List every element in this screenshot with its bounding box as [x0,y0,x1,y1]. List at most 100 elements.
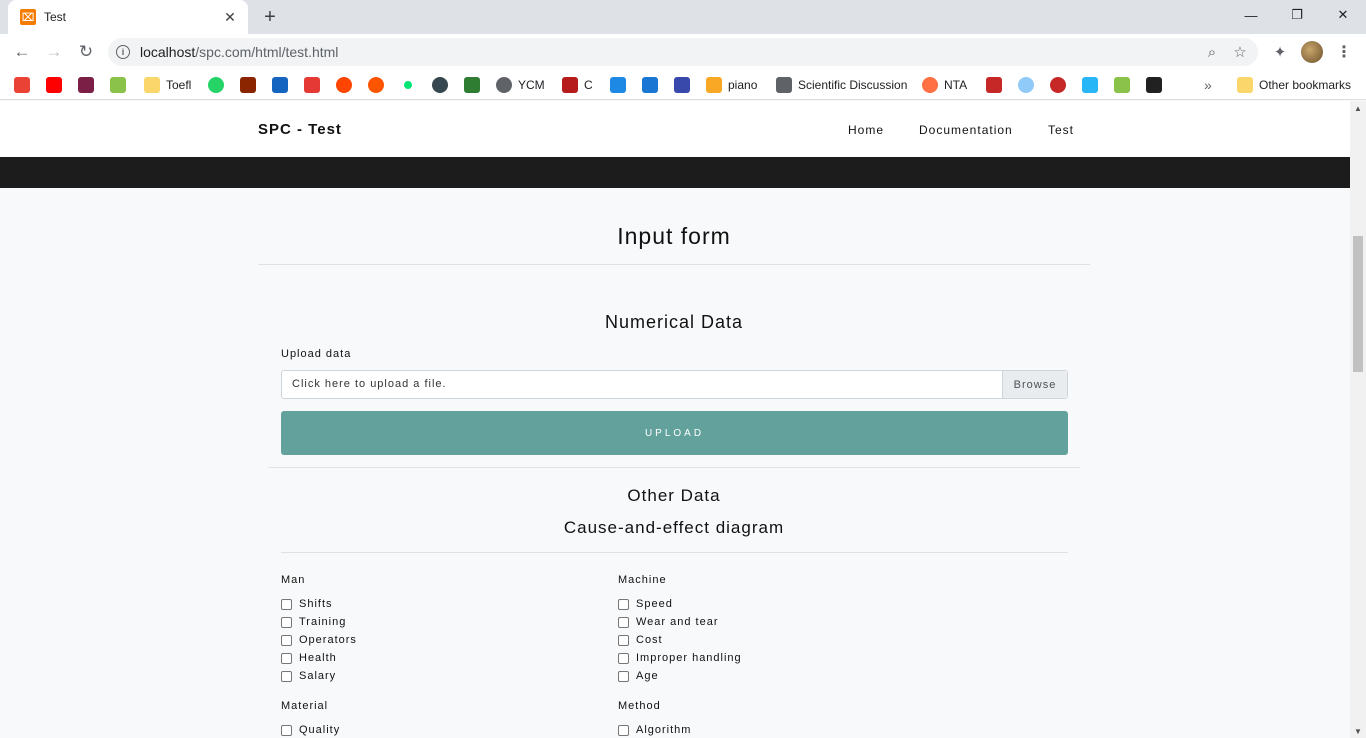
checkbox-label: Speed [636,598,673,610]
profile-avatar[interactable] [1299,39,1325,65]
soundcloud-icon [368,77,384,93]
checkbox[interactable] [281,724,292,736]
checkbox-row[interactable]: Quality [281,722,340,738]
browse-button[interactable]: Browse [1002,371,1067,398]
checkbox-label: Age [636,670,659,682]
checkbox-row[interactable]: Health [281,650,337,666]
bookmark-item[interactable] [78,75,94,95]
bookmark-item[interactable] [14,75,30,95]
other-bookmarks[interactable]: Other bookmarks [1237,75,1351,95]
bookmark-item[interactable] [304,75,320,95]
whatsapp-icon [208,77,224,93]
checkbox[interactable] [281,652,292,664]
bookmark-item[interactable] [642,75,658,95]
upload-button[interactable]: UPLOAD [281,411,1068,455]
close-tab-icon[interactable]: ✕ [222,9,238,25]
checkbox-row[interactable]: Shifts [281,596,333,612]
checkbox-row[interactable]: Operators [281,632,357,648]
bookmark-item[interactable]: NTA [922,75,967,95]
checkbox[interactable] [618,598,629,610]
bookmark-item[interactable] [610,75,626,95]
bookmark-item[interactable] [464,75,480,95]
group-title-material: Material [281,700,329,712]
checkbox[interactable] [618,652,629,664]
close-window-icon[interactable]: ✕ [1320,0,1366,30]
new-tab-button[interactable]: + [258,5,282,29]
zoom-icon[interactable]: ⌕ [1198,38,1226,66]
bug-icon [240,77,256,93]
bookmark-item[interactable] [208,75,224,95]
scroll-down-icon[interactable]: ▼ [1350,724,1366,738]
checkbox-row[interactable]: Cost [618,632,663,648]
checkbox[interactable] [618,616,629,628]
checkbox[interactable] [281,598,292,610]
scroll-thumb[interactable] [1353,236,1363,372]
edx-icon [642,77,658,93]
bookmarks-overflow-icon[interactable]: » [1204,75,1212,95]
bookmark-item[interactable]: Toefl [144,75,191,95]
bookmark-item[interactable] [368,75,384,95]
bookmark-item[interactable] [674,75,690,95]
reload-icon[interactable]: ↻ [73,39,99,65]
cube-icon [464,77,480,93]
restore-icon[interactable]: ❐ [1274,0,1320,30]
site-info-icon[interactable]: i [116,45,130,59]
nav-link-home[interactable]: Home [848,123,884,137]
checkbox[interactable] [618,724,629,736]
bookmark-item[interactable] [1114,75,1130,95]
file-input-placeholder: Click here to upload a file. [292,378,447,390]
bookmark-item[interactable] [272,75,288,95]
drop-icon [432,77,448,93]
bookmark-item[interactable] [336,75,352,95]
bookmark-item[interactable] [1146,75,1162,95]
numerical-data-heading: Numerical Data [604,312,744,332]
bookmark-star-icon[interactable]: ☆ [1226,38,1254,66]
checkbox[interactable] [618,634,629,646]
page-scrollbar[interactable]: ▲ ▼ [1350,101,1366,738]
checkbox[interactable] [281,616,292,628]
bookmark-item[interactable] [1050,75,1066,95]
scroll-up-icon[interactable]: ▲ [1350,101,1366,115]
book-icon [78,77,94,93]
dot-icon [404,81,412,89]
url-text[interactable]: localhost/spc.com/html/test.html [140,44,1198,60]
checkbox-row[interactable]: Wear and tear [618,614,719,630]
checkbox-row[interactable]: Improper handling [618,650,742,666]
checkbox-row[interactable]: Algorithm [618,722,691,738]
bookmark-item[interactable] [1082,75,1098,95]
bookmark-item[interactable] [432,75,448,95]
site-navbar: SPC - Test Home Documentation Test [0,101,1350,157]
checkbox-row[interactable]: Age [618,668,659,684]
bookmark-item[interactable]: Scientific Discussion [776,75,907,95]
checkbox-row[interactable]: Salary [281,668,336,684]
bookmark-item[interactable]: YCM [496,75,545,95]
checkbox[interactable] [281,670,292,682]
file-upload-input[interactable]: Click here to upload a file. Browse [281,370,1068,399]
youtube-icon [46,77,62,93]
nav-link-documentation[interactable]: Documentation [919,123,1013,137]
minimize-icon[interactable]: — [1228,0,1274,30]
site-brand[interactable]: SPC - Test [258,121,342,138]
back-icon[interactable]: ← [9,39,35,65]
checkbox-label: Operators [299,634,357,646]
bookmark-item[interactable]: piano [706,75,757,95]
bookmark-item[interactable] [240,75,256,95]
url-host: localhost [140,44,196,60]
checkbox[interactable] [618,670,629,682]
address-bar[interactable]: i localhost/spc.com/html/test.html ⌕ ☆ [108,38,1258,66]
checkbox[interactable] [281,634,292,646]
browser-tab[interactable]: ⌧ Test ✕ [8,0,248,34]
checkbox-row[interactable]: Training [281,614,346,630]
bookmark-item[interactable] [400,75,416,95]
bookmark-item[interactable] [110,75,126,95]
menu-icon[interactable]: ⋮ [1331,39,1357,65]
other-bookmarks-label: Other bookmarks [1259,78,1352,92]
extensions-icon[interactable]: ✦ [1267,39,1293,65]
bookmark-item[interactable] [986,75,1002,95]
checkbox-row[interactable]: Speed [618,596,673,612]
bookmark-item[interactable] [46,75,62,95]
forward-icon[interactable]: → [41,39,67,65]
bookmark-item[interactable]: C [562,75,593,95]
nav-link-test[interactable]: Test [1048,123,1074,137]
bookmark-item[interactable] [1018,75,1034,95]
